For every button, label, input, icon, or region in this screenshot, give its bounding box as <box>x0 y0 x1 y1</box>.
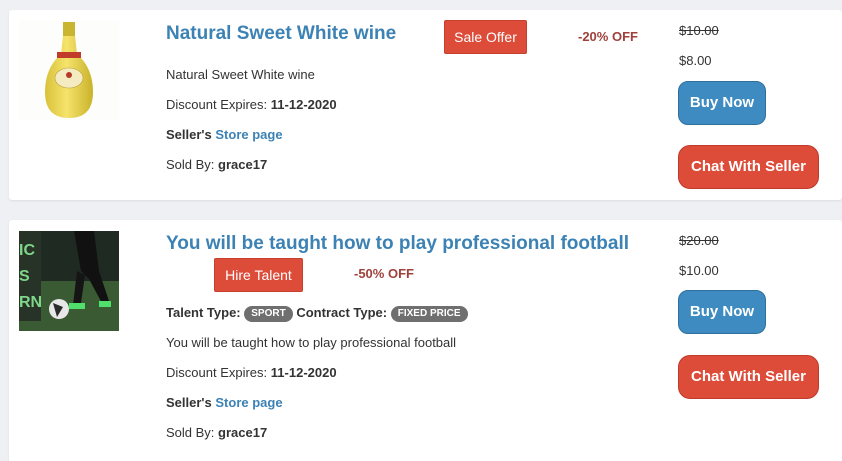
sold-by-label: Sold By: <box>166 425 215 440</box>
chat-with-seller-button[interactable]: Chat With Seller <box>678 355 819 399</box>
listing-card-wine: Natural Sweet White wine Sale Offer -20%… <box>9 10 842 200</box>
sale-price: $10.00 <box>679 263 719 278</box>
sold-by-value[interactable]: grace17 <box>218 425 267 440</box>
original-price: $20.00 <box>679 233 719 248</box>
listing-description: You will be taught how to play professio… <box>166 335 457 350</box>
seller-store: Seller's Store page <box>166 127 283 142</box>
football-player-image[interactable]: IC S RN <box>19 231 119 331</box>
discount-expires-value: 11-12-2020 <box>270 97 337 112</box>
seller-store: Seller's Store page <box>166 395 283 410</box>
store-page-link[interactable]: Store page <box>215 395 282 410</box>
sale-price: $8.00 <box>679 53 712 68</box>
original-price: $10.00 <box>679 23 719 38</box>
buy-now-button[interactable]: Buy Now <box>678 81 766 125</box>
listing-title[interactable]: You will be taught how to play professio… <box>166 233 629 255</box>
listing-description: Natural Sweet White wine <box>166 67 315 82</box>
discount-expires-label: Discount Expires: <box>166 97 268 112</box>
discount-percent: -20% OFF <box>578 29 638 44</box>
sold-by-value[interactable]: grace17 <box>218 157 267 172</box>
discount-expires: Discount Expires: 11-12-2020 <box>166 97 337 112</box>
sold-by: Sold By: grace17 <box>166 425 267 440</box>
sale-offer-button[interactable]: Sale Offer <box>444 20 527 54</box>
discount-expires-value: 11-12-2020 <box>270 365 337 380</box>
listing-title[interactable]: Natural Sweet White wine <box>166 23 396 45</box>
discount-percent: -50% OFF <box>354 266 414 281</box>
discount-expires: Discount Expires: 11-12-2020 <box>166 365 337 380</box>
image-text-1: IC <box>19 242 35 259</box>
contract-type-label: Contract Type: <box>296 305 388 320</box>
contract-type-badge: FIXED PRICE <box>390 306 468 322</box>
sold-by-label: Sold By: <box>166 157 215 172</box>
talent-contract-info: Talent Type: SPORT Contract Type: FIXED … <box>166 305 468 322</box>
chat-with-seller-button[interactable]: Chat With Seller <box>678 145 819 189</box>
talent-type-label: Talent Type: <box>166 305 241 320</box>
seller-label: Seller's <box>166 127 212 142</box>
image-text-2: S <box>19 268 30 285</box>
buy-now-button[interactable]: Buy Now <box>678 290 766 334</box>
talent-type-badge: SPORT <box>244 306 293 322</box>
image-text-3: RN <box>19 294 42 311</box>
discount-expires-label: Discount Expires: <box>166 365 268 380</box>
store-page-link[interactable]: Store page <box>215 127 282 142</box>
wine-bottle-image[interactable] <box>19 20 119 120</box>
hire-talent-button[interactable]: Hire Talent <box>214 258 303 292</box>
sold-by: Sold By: grace17 <box>166 157 267 172</box>
listing-card-football: IC S RN You will be taught how to play p… <box>9 220 842 461</box>
seller-label: Seller's <box>166 395 212 410</box>
